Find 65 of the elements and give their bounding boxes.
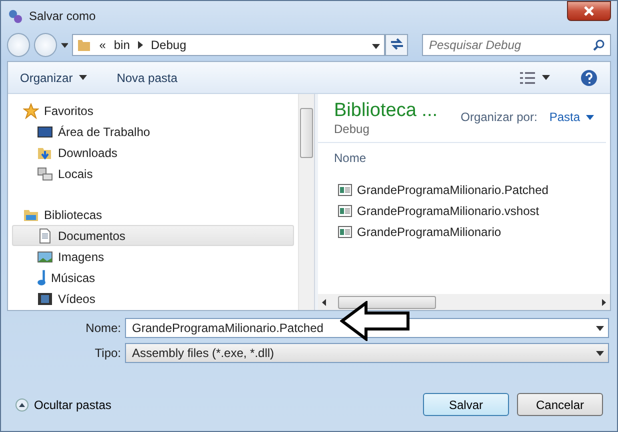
caret-icon: [586, 114, 594, 120]
chevron-icon: [138, 41, 143, 49]
application-icon: [338, 204, 352, 216]
music-note-icon: [37, 270, 46, 286]
caret-icon: [78, 75, 87, 80]
window-title: Salvar como: [29, 9, 96, 23]
field-label: Nome:: [84, 321, 121, 335]
nav-item[interactable]: Documentos: [12, 225, 294, 246]
library-title: Biblioteca ...: [334, 100, 438, 122]
application-icon: [338, 184, 352, 196]
horizontal-scrollbar[interactable]: [318, 294, 610, 310]
refresh-button[interactable]: [385, 34, 408, 56]
file-name-field[interactable]: GrandeProgramaMilionario.Patched: [125, 318, 609, 338]
nav-group[interactable]: Bibliotecas: [12, 204, 294, 225]
cancel-button[interactable]: Cancelar: [517, 393, 603, 416]
arrange-label: Organizar por:: [460, 110, 538, 124]
new-folder-button[interactable]: Nova pasta: [116, 70, 178, 84]
nav-item[interactable]: Locais: [12, 163, 294, 184]
help-icon: [580, 68, 598, 86]
caret-icon: [596, 326, 604, 330]
close-icon: [584, 6, 594, 16]
view-menu[interactable]: [520, 72, 550, 84]
nav-group[interactable]: Favoritos: [12, 100, 294, 121]
arrange-dropdown[interactable]: Pasta: [549, 110, 594, 124]
close-button[interactable]: [567, 1, 611, 21]
nav-item[interactable]: Vídeos: [12, 288, 294, 309]
save-button[interactable]: Salvar: [423, 393, 509, 416]
star-icon: [23, 102, 39, 118]
collapse-icon: [15, 398, 29, 412]
file-item[interactable]: GrandeProgramaMilionario.vshost: [318, 200, 610, 221]
library-subtitle: Debug: [334, 122, 370, 136]
breadcrumb-overflow[interactable]: «: [99, 38, 106, 52]
scroll-left-icon[interactable]: [322, 298, 326, 306]
scroll-right-icon[interactable]: [602, 298, 606, 306]
app-icon: [7, 8, 23, 24]
address-bar[interactable]: « bin Debug: [72, 34, 386, 56]
document-icon: [37, 228, 53, 244]
search-icon: [593, 39, 605, 51]
caret-icon: [372, 44, 380, 49]
refresh-icon: [390, 38, 404, 50]
film-icon: [37, 290, 53, 306]
breadcrumb[interactable]: bin: [114, 38, 130, 52]
file-item[interactable]: GrandeProgramaMilionario.Patched: [318, 179, 610, 200]
caret-icon: [60, 42, 68, 48]
nav-item[interactable]: Downloads: [12, 142, 294, 163]
image-icon: [37, 248, 53, 264]
nav-item[interactable]: Imagens: [12, 246, 294, 267]
caret-icon: [596, 350, 604, 356]
column-header[interactable]: Nome: [334, 151, 366, 165]
application-icon: [338, 226, 352, 238]
organize-menu[interactable]: Organizar: [20, 70, 87, 84]
folder-icon: [77, 38, 92, 52]
breadcrumb[interactable]: Debug: [150, 38, 186, 52]
hide-folders-button[interactable]: Ocultar pastas: [15, 398, 112, 412]
scrollbar[interactable]: [298, 94, 314, 310]
search-field[interactable]: Pesquisar Debug: [422, 34, 611, 56]
help-button[interactable]: [580, 68, 598, 86]
field-label: Tipo:: [94, 346, 121, 360]
file-item[interactable]: GrandeProgramaMilionario: [318, 221, 610, 242]
monitor-icon: [37, 124, 53, 140]
nav-item[interactable]: Área de Trabalho: [12, 121, 294, 142]
caret-icon: [542, 75, 550, 80]
file-type-dropdown[interactable]: Assembly files (*.exe, *.dll): [125, 343, 609, 363]
nav-item[interactable]: Músicas: [12, 267, 294, 288]
list-view-icon: [520, 72, 536, 84]
